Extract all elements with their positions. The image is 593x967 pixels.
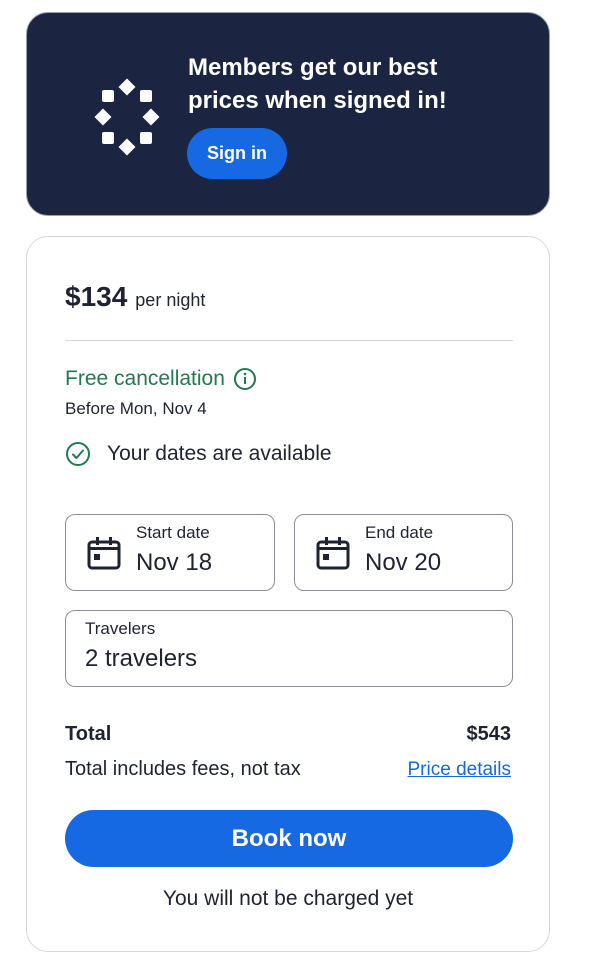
start-date-value: Nov 18 — [136, 549, 213, 576]
price-unit: per night — [135, 290, 206, 310]
total-value: $543 — [466, 723, 512, 745]
calendar-icon — [87, 537, 121, 570]
travelers-field[interactable]: Travelers 2 travelers — [65, 610, 513, 687]
booking-card: $134 per night Free cancellation Before … — [26, 236, 550, 952]
cancellation-deadline: Before Mon, Nov 4 — [65, 399, 207, 418]
info-icon[interactable] — [233, 367, 257, 391]
travelers-label: Travelers — [85, 619, 156, 638]
price-amount: $134 — [65, 281, 128, 312]
free-cancellation: Free cancellation — [65, 367, 257, 391]
price-details-link[interactable]: Price details — [408, 759, 512, 781]
start-date-field[interactable]: Start date Nov 18 — [65, 514, 275, 591]
calendar-icon — [316, 537, 350, 570]
nightly-price: $134 per night — [65, 281, 205, 313]
start-date-label: Start date — [136, 523, 210, 542]
travelers-value: 2 travelers — [85, 645, 198, 672]
availability-status: Your dates are available — [65, 441, 332, 467]
member-promo-banner: Members get our best prices when signed … — [26, 12, 550, 216]
check-circle-icon — [66, 442, 90, 466]
end-date-field[interactable]: End date Nov 20 — [294, 514, 513, 591]
total-label: Total — [65, 723, 112, 745]
sign-in-button[interactable]: Sign in — [187, 128, 287, 179]
fees-note: Total includes fees, not tax — [65, 758, 301, 780]
end-date-label: End date — [365, 523, 434, 542]
book-now-button[interactable]: Book now — [65, 810, 513, 867]
divider — [65, 340, 513, 341]
sparkle-ring-icon — [94, 78, 160, 156]
promo-message: Members get our best prices when signed … — [188, 54, 447, 114]
cancellation-title: Free cancellation — [65, 367, 225, 390]
end-date-value: Nov 20 — [365, 549, 442, 576]
no-charge-note: You will not be charged yet — [162, 887, 414, 910]
availability-text: Your dates are available — [107, 442, 332, 465]
